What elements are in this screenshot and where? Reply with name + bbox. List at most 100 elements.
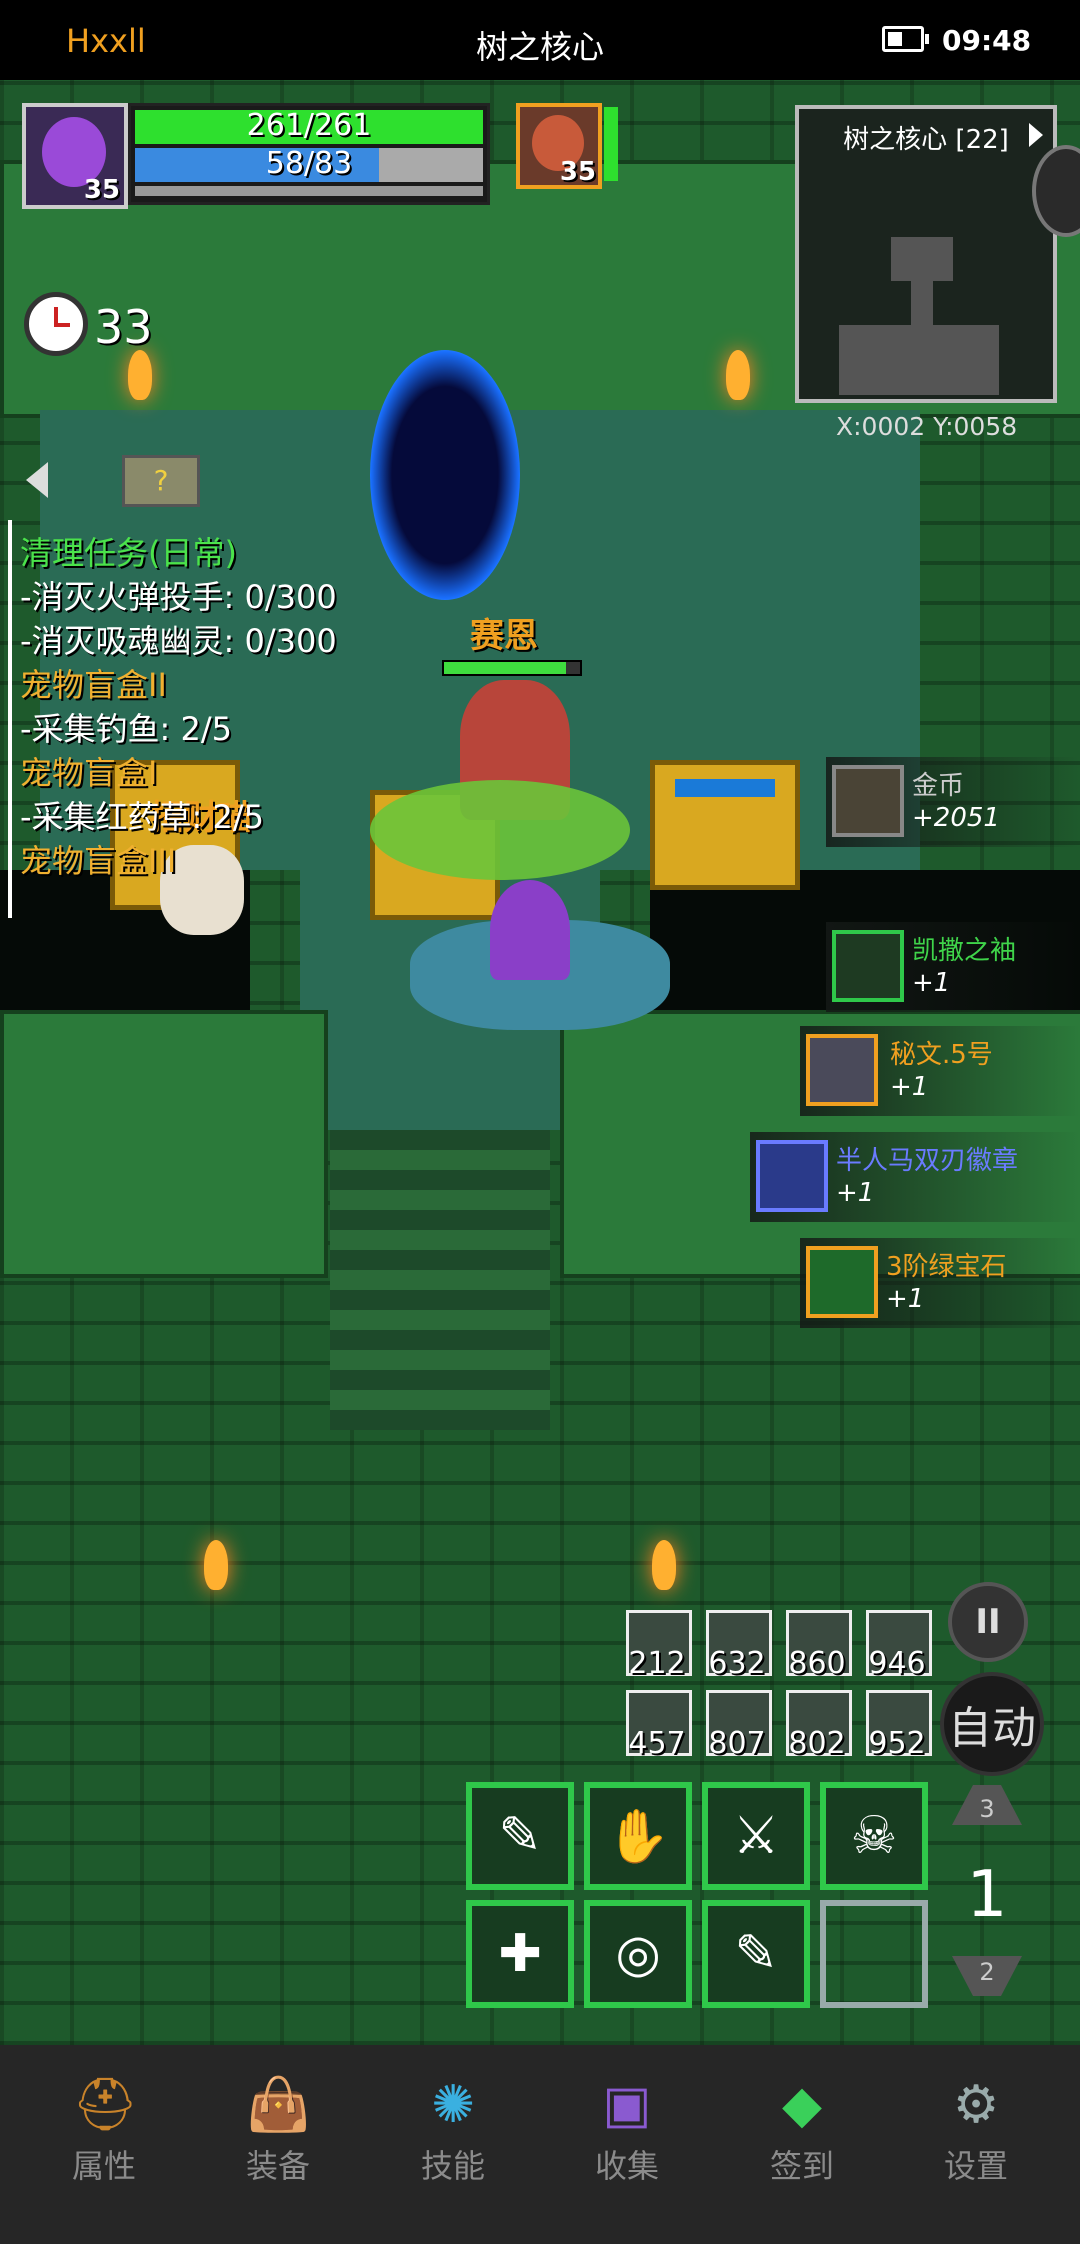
companion-hp-bar [604, 107, 618, 181]
skill-page-number: 1 [966, 1858, 1008, 1932]
nav-equipment[interactable]: 👜 装备 [208, 2045, 348, 2187]
gold-coins-icon [832, 765, 904, 837]
treasure-chest[interactable] [650, 760, 800, 890]
crystal-icon: ✺ [431, 2075, 475, 2135]
torch-icon [726, 350, 750, 400]
quest-objective: -消灭火弹投手: 0/300 [20, 578, 337, 616]
companion-level: 35 [559, 157, 596, 187]
loot-notice: 秘文.5号 +1 [800, 1026, 1080, 1116]
minimap-room [839, 325, 999, 395]
skill-slot[interactable]: ◎ [584, 1900, 692, 2008]
sleeve-icon [832, 930, 904, 1002]
lower-wall-left [0, 1010, 328, 1278]
skill-slot[interactable]: ⚔ [702, 1782, 810, 1890]
potion-count: 802 [788, 1726, 846, 1761]
loot-notice: 半人马双刃徽章 +1 [750, 1132, 1080, 1222]
nav-label: 收集 [594, 2147, 659, 2185]
skill-slot[interactable]: ☠ [820, 1782, 928, 1890]
loot-notice: 金币 +2051 [826, 757, 1080, 847]
quest-title[interactable]: 宠物盲盒II [20, 660, 337, 704]
loot-amount: +1 [836, 1178, 875, 1208]
skill-slot[interactable]: ✎ [702, 1900, 810, 2008]
npc-hp-bar [442, 660, 582, 676]
torch-icon [652, 1540, 676, 1590]
loot-notice: 3阶绿宝石 +1 [800, 1238, 1080, 1328]
loot-name: 半人马双刃徽章 [836, 1146, 1019, 1176]
serpent-pet[interactable] [370, 780, 630, 880]
badge-icon [756, 1140, 828, 1212]
minimap[interactable]: 树之核心 [22] [795, 105, 1057, 403]
help-icon[interactable]: ? [122, 455, 200, 507]
quest-list[interactable]: 清理任务(日常) -消灭火弹投手: 0/300 -消灭吸魂幽灵: 0/300 宠… [20, 528, 337, 880]
nav-label: 装备 [245, 2147, 310, 2185]
skill-slot[interactable]: ✚ [466, 1900, 574, 2008]
potion-count: 632 [708, 1646, 766, 1681]
timer-value: 33 [94, 300, 153, 354]
loot-amount: +1 [886, 1284, 925, 1314]
nav-label: 技能 [420, 2147, 485, 2185]
nav-label: 设置 [943, 2147, 1008, 2185]
loot-name: 3阶绿宝石 [886, 1252, 1007, 1282]
player-portrait[interactable]: 35 [22, 103, 128, 209]
clock-time: 09:48 [942, 24, 1032, 57]
quest-title[interactable]: 宠物盲盒I [20, 748, 337, 792]
quest-objective: -采集钓鱼: 2/5 [20, 710, 233, 748]
hp-bar: 261/261 [135, 108, 483, 144]
quest-divider [8, 520, 12, 918]
battery-icon [882, 26, 929, 52]
auto-button[interactable]: 自动 [940, 1672, 1044, 1776]
minimap-room [891, 237, 953, 281]
nav-settings[interactable]: ⚙ 设置 [906, 2045, 1046, 2187]
loot-name: 凯撒之袖 [912, 936, 1017, 966]
skill-slot[interactable]: ✎ [466, 1782, 574, 1890]
nav-checkin[interactable]: ◆ 签到 [732, 2045, 872, 2187]
nav-collection[interactable]: ▣ 收集 [557, 2045, 697, 2187]
loot-amount: +1 [890, 1072, 929, 1102]
emerald-icon [806, 1246, 878, 1318]
collapse-quests-icon[interactable] [26, 462, 48, 498]
helmet-icon: ⛑ [72, 2075, 139, 2135]
mp-bar: 58/83 [135, 146, 483, 182]
mp-text: 58/83 [265, 146, 353, 181]
player-coordinates: X:0002 Y:0058 [836, 412, 1018, 441]
skill-slot[interactable]: ✋ [584, 1782, 692, 1890]
minimap-expand-icon[interactable] [1029, 123, 1043, 147]
hp-text: 261/261 [246, 108, 372, 143]
pause-icon: II [975, 1602, 1001, 1642]
bag-icon: 👜 [246, 2075, 311, 2135]
loot-name: 金币 [912, 771, 965, 801]
loot-name: 秘文.5号 [890, 1040, 993, 1070]
loot-notice: 凯撒之袖 +1 [826, 922, 1080, 1012]
npc-name: 赛恩 [470, 616, 538, 656]
portal[interactable] [370, 350, 520, 600]
potion-count: 946 [868, 1646, 926, 1681]
gem-icon: ◆ [782, 2075, 822, 2135]
pause-button[interactable]: II [948, 1582, 1028, 1662]
potion-count: 457 [628, 1726, 686, 1761]
player-level: 35 [83, 175, 120, 205]
alarm-clock-icon [24, 292, 88, 356]
quest-objective: -消灭吸魂幽灵: 0/300 [20, 622, 337, 660]
nav-skills[interactable]: ✺ 技能 [383, 2045, 523, 2187]
quest-title[interactable]: 清理任务(日常) [20, 528, 337, 572]
loot-amount: +2051 [912, 803, 1000, 833]
torch-icon [128, 350, 152, 400]
torch-icon [204, 1540, 228, 1590]
potion-count: 212 [628, 1646, 686, 1681]
minimap-corridor [911, 281, 933, 325]
status-bar: Hxxll 树之核心 09:48 [0, 0, 1080, 80]
player-character[interactable] [490, 880, 570, 980]
skill-slot-empty[interactable] [820, 1900, 928, 2008]
exp-bar [135, 186, 483, 196]
nav-label: 签到 [769, 2147, 834, 2185]
nav-label: 属性 [71, 2147, 136, 2185]
bottom-nav: ⛑ 属性 👜 装备 ✺ 技能 ▣ 收集 ◆ 签到 ⚙ 设置 [0, 2045, 1080, 2244]
potion-count: 807 [708, 1726, 766, 1761]
potion-count: 952 [868, 1726, 926, 1761]
companion-portrait[interactable]: 35 [516, 103, 602, 189]
nav-attributes[interactable]: ⛑ 属性 [34, 2045, 174, 2187]
loot-amount: +1 [912, 968, 951, 998]
gear-icon: ⚙ [952, 2075, 1000, 2135]
quest-title[interactable]: 宠物盲盒III [20, 836, 337, 880]
stairs [330, 1130, 550, 1430]
